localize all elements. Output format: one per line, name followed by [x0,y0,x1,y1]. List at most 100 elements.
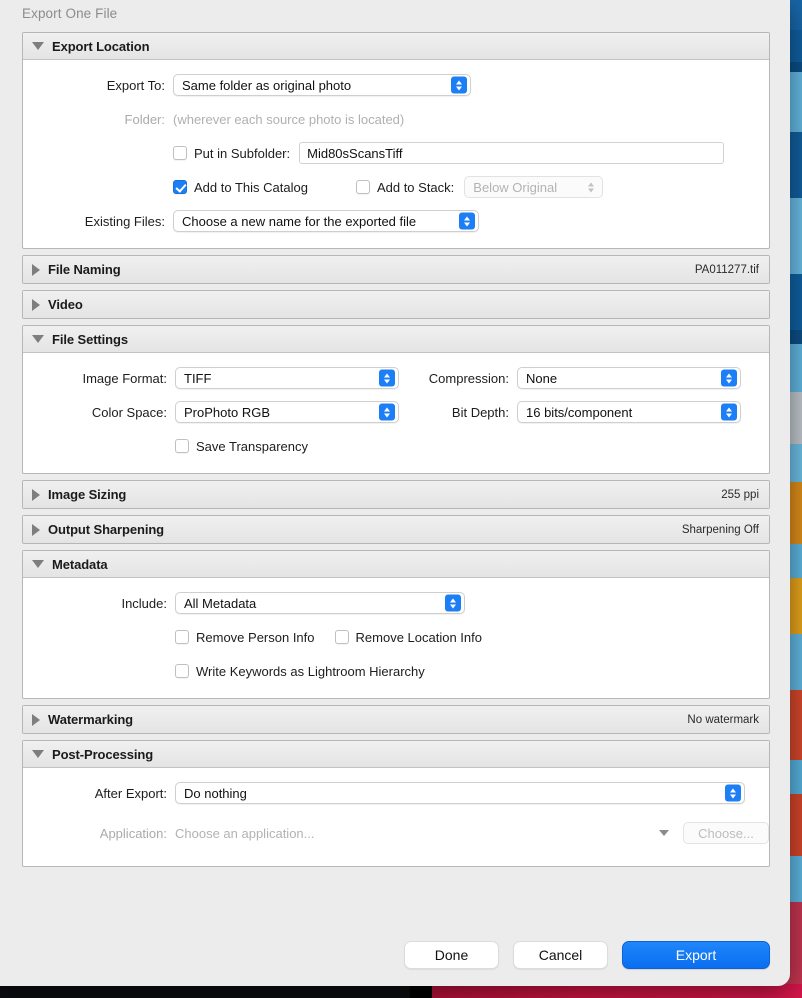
section-header-image-sizing[interactable]: Image Sizing 255 ppi [23,481,769,508]
triangle-right-icon[interactable] [32,523,40,536]
checkbox-box[interactable] [173,146,187,160]
add-to-this-catalog-checkbox[interactable]: Add to This Catalog [173,180,308,195]
row-export-to: Export To: Same folder as original photo [23,74,769,96]
subfolder-value: Mid80sScansTiff [307,145,403,161]
section-header-file-settings[interactable]: File Settings [23,326,769,353]
remove-person-info-label: Remove Person Info [196,629,315,645]
bg-bottom-accent [432,984,802,998]
compression-select[interactable]: None [517,367,741,389]
section-title: File Settings [52,331,128,347]
dialog-footer: Done Cancel Export [404,941,770,969]
section-file-naming: File Naming PA011277.tif [22,255,770,284]
section-title: Post-Processing [52,746,154,762]
color-space-value: ProPhoto RGB [184,404,270,420]
bit-depth-select[interactable]: 16 bits/component [517,401,741,423]
remove-location-info-label: Remove Location Info [355,629,482,645]
triangle-down-icon[interactable] [32,560,44,568]
application-label: Application: [99,825,167,841]
image-format-select[interactable]: TIFF [175,367,399,389]
stepper-updown-icon[interactable] [379,369,395,387]
add-to-this-catalog-label: Add to This Catalog [194,179,308,195]
triangle-down-icon[interactable] [32,42,44,50]
checkbox-box[interactable] [355,180,370,194]
stepper-updown-icon[interactable] [721,369,737,387]
section-header-post-processing[interactable]: Post-Processing [23,741,769,768]
folder-label: Folder: [124,111,165,127]
section-summary: No watermark [687,713,759,726]
after-export-select[interactable]: Do nothing [175,782,745,804]
stepper-updown-icon[interactable] [459,212,475,230]
checkbox-box[interactable] [175,664,189,678]
row-after-export: After Export: Do nothing [23,782,769,804]
stepper-updown-icon[interactable] [445,594,461,612]
section-header-export-location[interactable]: Export Location [23,33,769,60]
export-dialog: Export One File Export Location Export T… [0,0,790,986]
row-colorspace-bitdepth: Color Space: ProPhoto RGB Bit Depth: 16 … [23,401,769,423]
section-watermarking: Watermarking No watermark [22,705,770,734]
checkbox-box[interactable] [175,630,189,644]
triangle-down-icon[interactable] [32,750,44,758]
section-title: Output Sharpening [48,522,165,537]
checkbox-box[interactable] [334,630,349,644]
triangle-down-icon[interactable] [32,335,44,343]
subfolder-input[interactable]: Mid80sScansTiff [299,142,725,164]
section-header-metadata[interactable]: Metadata [23,551,769,578]
section-image-sizing: Image Sizing 255 ppi [22,480,770,509]
done-button[interactable]: Done [404,941,499,969]
row-catalog-stack: Add to This Catalog Add to Stack: Below … [23,176,769,198]
put-in-subfolder-checkbox[interactable]: Put in Subfolder: [173,146,290,161]
bit-depth-value: 16 bits/component [526,404,633,420]
add-to-stack-label: Add to Stack: [376,179,455,195]
choose-application-button[interactable]: Choose... [683,822,769,844]
write-keywords-label: Write Keywords as Lightroom Hierarchy [196,663,425,679]
chevron-down-icon[interactable] [659,830,669,836]
row-write-keywords: Write Keywords as Lightroom Hierarchy [23,660,769,682]
existing-files-select[interactable]: Choose a new name for the exported file [173,210,479,232]
stepper-updown-icon[interactable] [721,403,737,421]
stepper-updown-icon[interactable] [379,403,395,421]
triangle-right-icon[interactable] [32,263,40,276]
row-remove-info: Remove Person Info Remove Location Info [23,626,769,648]
save-transparency-checkbox[interactable]: Save Transparency [175,439,308,454]
after-export-label: After Export: [94,785,167,801]
section-body-post-processing: After Export: Do nothing Application: Ch… [23,768,769,866]
section-export-location: Export Location Export To: Same folder a… [22,32,770,249]
remove-location-info-checkbox[interactable]: Remove Location Info [334,629,482,645]
triangle-right-icon[interactable] [32,488,40,501]
section-title: File Naming [48,262,121,277]
add-to-stack-checkbox[interactable]: Add to Stack: [355,179,455,195]
write-keywords-checkbox[interactable]: Write Keywords as Lightroom Hierarchy [175,664,425,679]
section-header-watermarking[interactable]: Watermarking No watermark [23,706,769,733]
checkbox-box[interactable] [175,439,189,453]
export-button[interactable]: Export [622,941,770,969]
section-summary: PA011277.tif [694,263,759,276]
section-header-output-sharpening[interactable]: Output Sharpening Sharpening Off [23,516,769,543]
export-to-label: Export To: [106,77,165,93]
stepper-updown-icon[interactable] [451,76,467,94]
bg-bottom-notch [410,984,432,998]
section-summary: 255 ppi [721,488,759,501]
after-export-value: Do nothing [184,785,247,801]
image-format-label: Image Format: [82,370,167,386]
cancel-button[interactable]: Cancel [513,941,608,969]
triangle-right-icon[interactable] [32,713,40,726]
export-to-select[interactable]: Same folder as original photo [173,74,471,96]
row-include: Include: All Metadata [23,592,769,614]
section-title: Video [48,297,83,312]
existing-files-label: Existing Files: [84,213,165,229]
section-header-video[interactable]: Video [23,291,769,318]
row-format-compression: Image Format: TIFF Compression: None [23,367,769,389]
triangle-right-icon[interactable] [32,298,40,311]
section-header-file-naming[interactable]: File Naming PA011277.tif [23,256,769,283]
image-format-value: TIFF [184,370,212,386]
section-output-sharpening: Output Sharpening Sharpening Off [22,515,770,544]
remove-person-info-checkbox[interactable]: Remove Person Info [175,630,315,645]
color-space-select[interactable]: ProPhoto RGB [175,401,399,423]
row-application: Application: Choose an application... Ch… [23,822,769,844]
metadata-include-select[interactable]: All Metadata [175,592,465,614]
stepper-updown-icon[interactable] [725,784,741,802]
stepper-updown-icon [583,179,599,196]
row-existing-files: Existing Files: Choose a new name for th… [23,210,769,232]
checkbox-box[interactable] [173,180,187,194]
section-file-settings: File Settings Image Format: TIFF Compres… [22,325,770,474]
